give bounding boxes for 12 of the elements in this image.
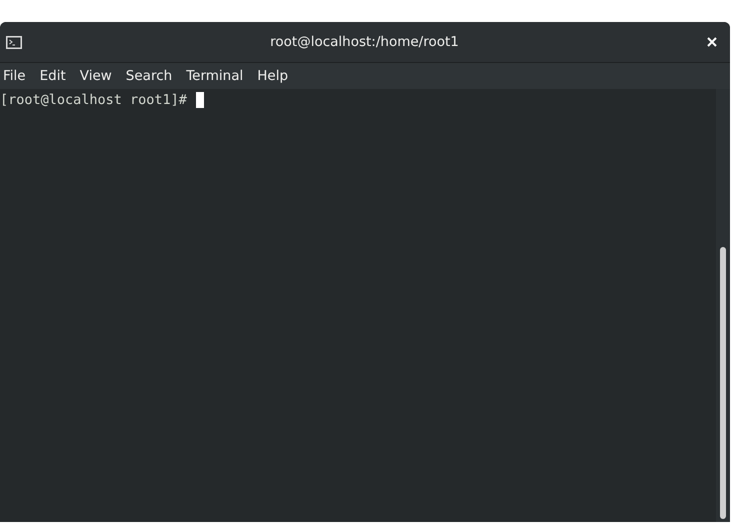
prompt-text: [root@localhost root1]# xyxy=(0,92,187,108)
close-icon[interactable] xyxy=(707,37,717,47)
menu-item[interactable]: Terminal xyxy=(184,68,256,84)
menu-item[interactable]: Help xyxy=(255,68,300,84)
window-title: root@localhost:/home/root1 xyxy=(269,34,460,50)
menu-item[interactable]: View xyxy=(78,68,124,84)
terminal-icon xyxy=(6,36,22,48)
scrollbar-thumb[interactable] xyxy=(720,247,726,519)
menu-item[interactable]: Edit xyxy=(38,68,78,84)
menu-item[interactable]: Search xyxy=(124,68,184,84)
menu-item[interactable]: File xyxy=(0,68,38,84)
text-cursor xyxy=(196,92,204,108)
